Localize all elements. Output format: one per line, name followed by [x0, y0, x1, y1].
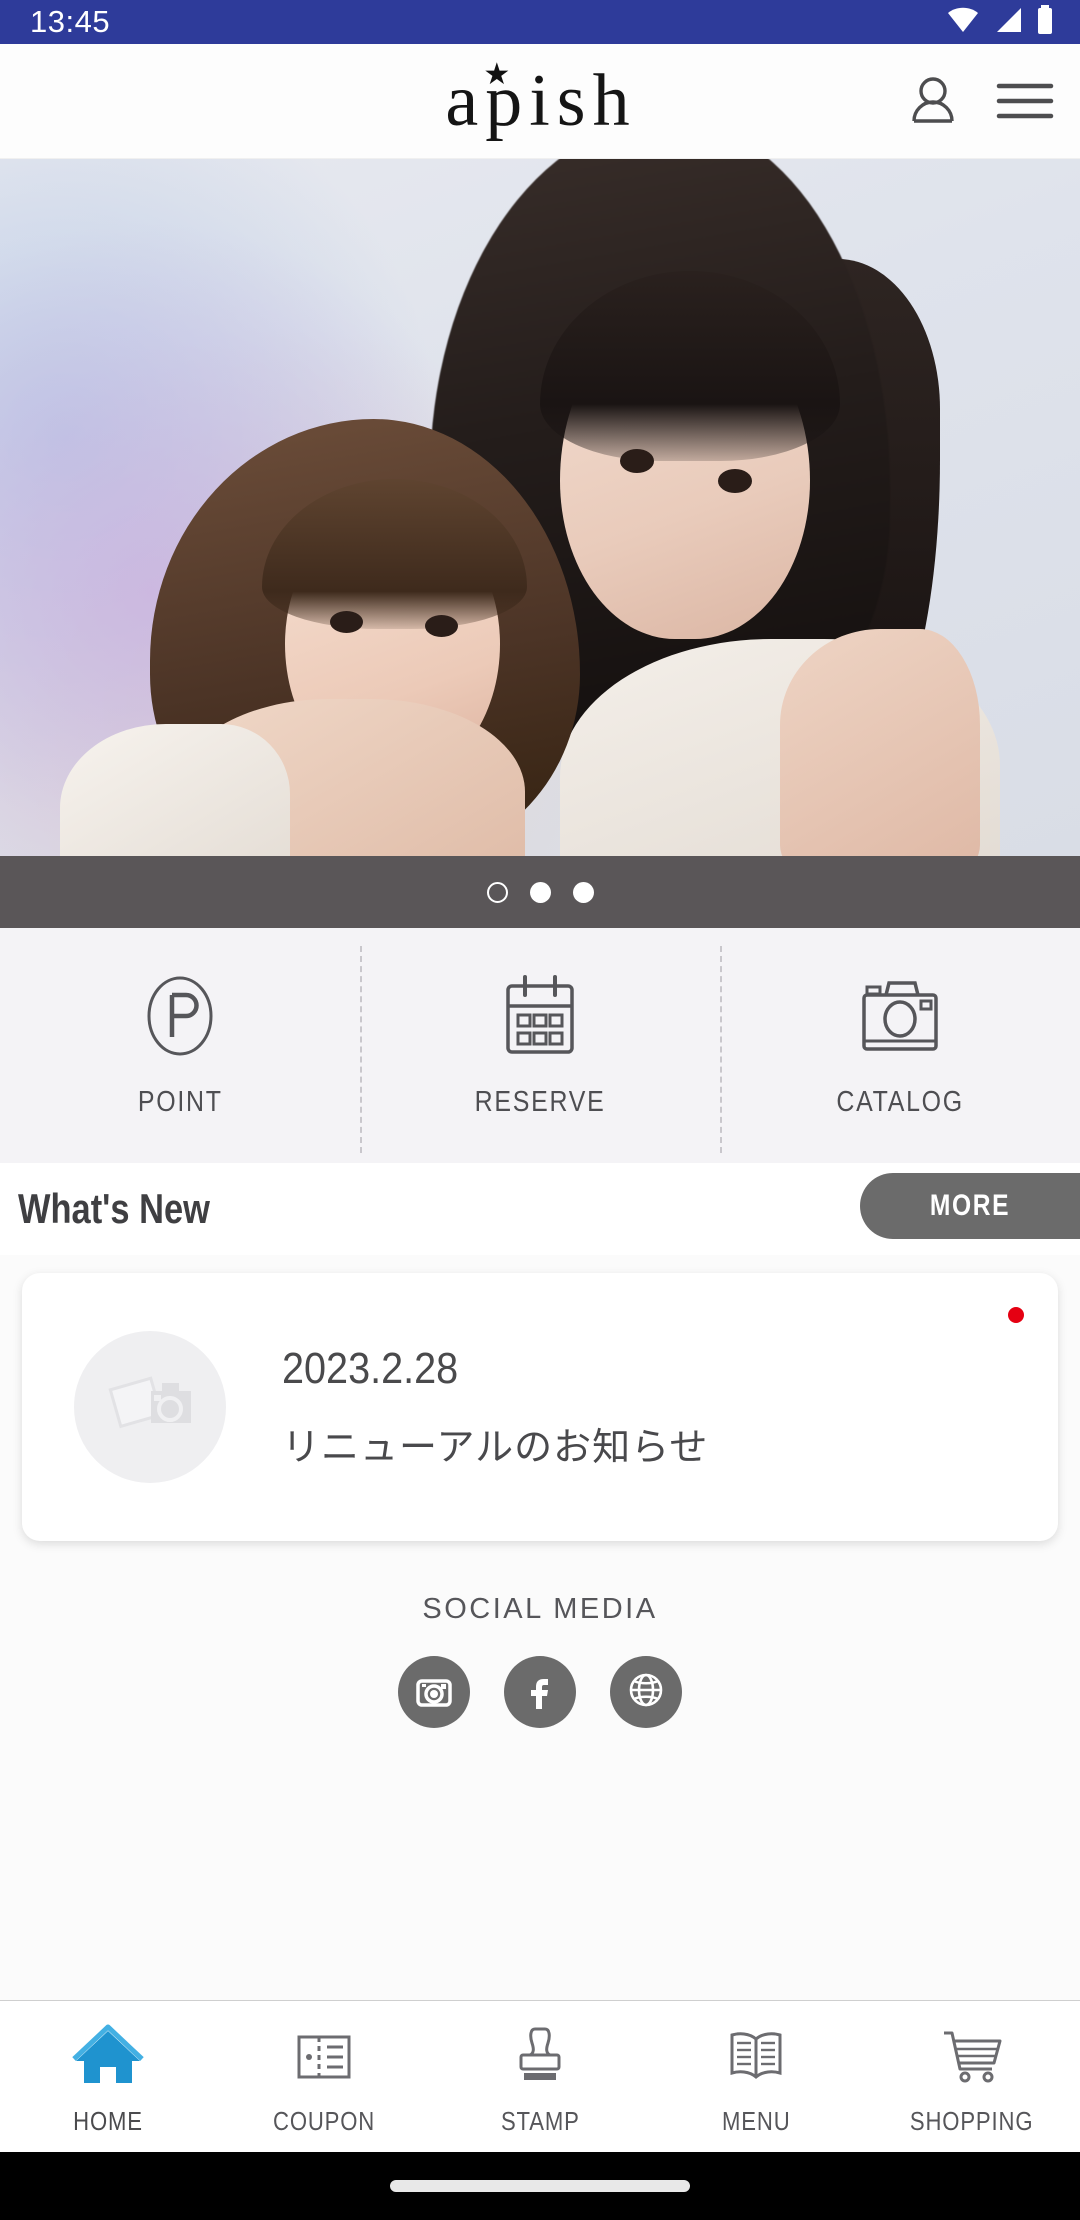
coupon-icon: [286, 2023, 362, 2094]
nav-item-stamp[interactable]: STAMP: [432, 2001, 648, 2152]
nav-item-home[interactable]: HOME: [0, 2001, 216, 2152]
status-time: 13:45: [30, 4, 111, 39]
quick-action-point-label: POINT: [137, 1085, 223, 1118]
hero-carousel-image[interactable]: [0, 159, 1080, 856]
nav-item-menu[interactable]: MENU: [648, 2001, 864, 2152]
nav-item-shopping-label: SHOPPING: [910, 2105, 1034, 2136]
home-indicator[interactable]: [390, 2180, 690, 2192]
news-thumbnail-placeholder: [74, 1331, 226, 1483]
carousel-dot-2[interactable]: [529, 881, 551, 903]
person-icon[interactable]: [904, 72, 962, 130]
unread-status-badge: [1008, 1307, 1024, 1323]
calendar-icon: [500, 973, 580, 1064]
carousel-dot-3[interactable]: [572, 881, 594, 903]
instagram-icon: [413, 1669, 455, 1716]
website-link[interactable]: [610, 1656, 682, 1728]
carousel-indicator-bar: [0, 856, 1080, 928]
social-media-links: [398, 1656, 682, 1728]
globe-icon: [625, 1669, 667, 1716]
header-actions: [904, 72, 1054, 130]
quick-action-catalog[interactable]: CATALOG: [720, 928, 1080, 1163]
news-title: リニューアルのお知らせ: [282, 1424, 709, 1469]
apish-logo[interactable]: apish ★: [443, 59, 637, 142]
news-list-item[interactable]: 2023.2.28 リニューアルのお知らせ: [22, 1273, 1058, 1541]
quick-action-reserve-label: RESERVE: [474, 1085, 606, 1118]
logo-star-icon: ★: [483, 57, 511, 91]
quick-action-catalog-label: CATALOG: [836, 1085, 964, 1118]
facebook-icon: [519, 1669, 561, 1716]
instagram-link[interactable]: [398, 1656, 470, 1728]
hero-figure-left-eye-right: [425, 615, 458, 637]
hero-figure-right-eye-left: [620, 449, 654, 473]
hero-figure-right-arm: [780, 629, 980, 856]
facebook-link[interactable]: [504, 1656, 576, 1728]
app-header: apish ★: [0, 44, 1080, 159]
social-media-section: SOCIAL MEDIA: [0, 1593, 1080, 1728]
battery-icon: [1036, 4, 1054, 40]
cart-icon: [934, 2023, 1010, 2094]
photo-placeholder-icon: [107, 1369, 193, 1446]
quick-action-reserve[interactable]: RESERVE: [360, 928, 720, 1163]
book-menu-icon: [718, 2023, 794, 2094]
more-button-label: MORE: [929, 1189, 1011, 1222]
nav-item-home-label: HOME: [73, 2105, 143, 2136]
news-text-block: 2023.2.28 リニューアルのお知らせ: [282, 1344, 708, 1471]
social-media-title: SOCIAL MEDIA: [422, 1593, 658, 1625]
page-title: What's New: [18, 1185, 210, 1232]
hero-figure-left-eye-left: [330, 611, 363, 633]
nav-item-shopping[interactable]: SHOPPING: [864, 2001, 1080, 2152]
bottom-navigation-bar: HOME COUPON STAMP MENU SHOPPING: [0, 2000, 1080, 2152]
nav-item-menu-label: MENU: [721, 2105, 791, 2136]
nav-item-coupon-label: COUPON: [272, 2105, 376, 2136]
point-circle-p-icon: [141, 973, 219, 1064]
camera-icon: [858, 973, 942, 1064]
stamp-icon: [502, 2023, 578, 2094]
quick-action-point[interactable]: POINT: [0, 928, 360, 1163]
status-bar: 13:45: [0, 0, 1080, 44]
hamburger-menu-icon[interactable]: [996, 77, 1054, 125]
home-icon: [70, 2023, 146, 2094]
main-content: What's New MORE 2023.2.28 リニューアルのお知らせ SO…: [0, 1163, 1080, 2000]
news-date: 2023.2.28: [282, 1343, 459, 1393]
status-icons: [946, 4, 1054, 40]
wifi-icon: [946, 6, 980, 39]
more-button[interactable]: MORE: [860, 1173, 1080, 1239]
logo-text: apish: [445, 59, 637, 142]
nav-item-stamp-label: STAMP: [500, 2105, 580, 2136]
hero-figure-right-eye-right: [718, 469, 752, 493]
system-navigation-bar: [0, 2152, 1080, 2220]
nav-item-coupon[interactable]: COUPON: [216, 2001, 432, 2152]
signal-icon: [993, 6, 1023, 39]
whats-new-header: What's New MORE: [0, 1163, 1080, 1255]
quick-actions-row: POINT RESERVE CATALOG: [0, 928, 1080, 1163]
carousel-dot-1[interactable]: [486, 881, 508, 903]
